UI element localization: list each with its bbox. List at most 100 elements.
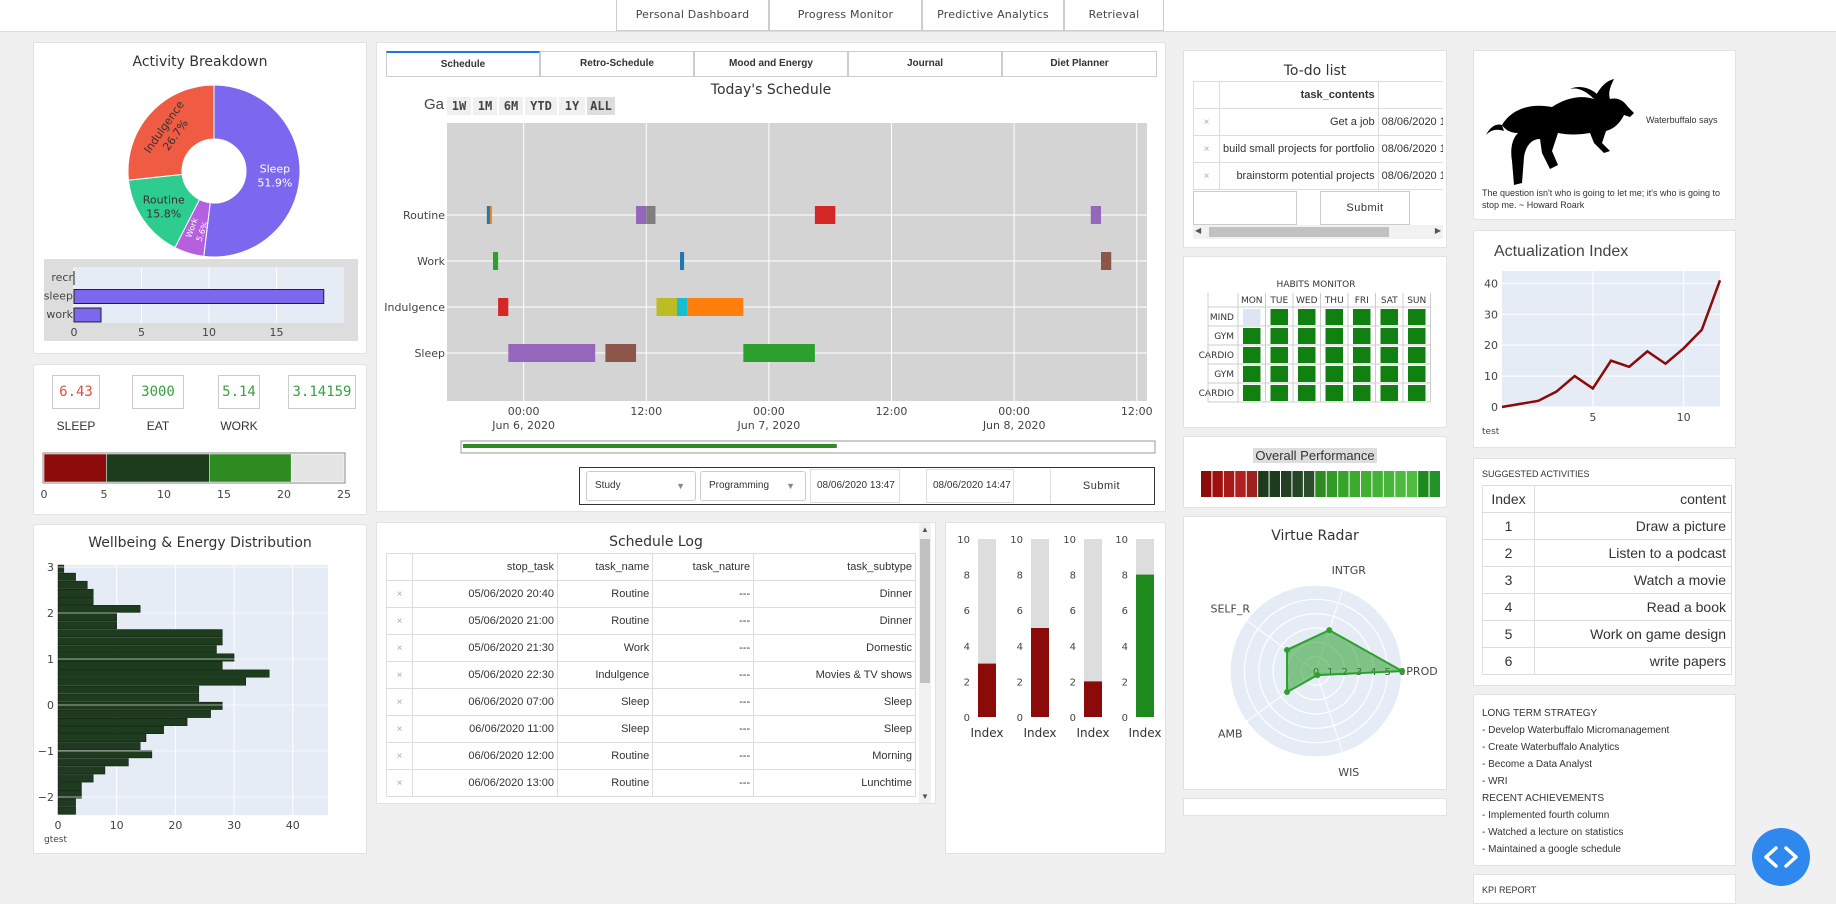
scroll-right-icon[interactable]: ▶	[1435, 226, 1441, 235]
histogram-bar	[57, 613, 117, 622]
tab-retrieval[interactable]: Retrieval	[1064, 0, 1164, 31]
delete-row-icon[interactable]: ×	[1193, 135, 1220, 163]
delete-row-icon[interactable]: ×	[386, 715, 413, 743]
sugg-cell-content: Work on game design	[1534, 620, 1732, 648]
todo-new-task-input[interactable]	[1193, 191, 1297, 225]
range-button-1m[interactable]: 1M	[473, 97, 497, 115]
log-cell-task_nature: ---	[652, 634, 755, 662]
log-scrollbar[interactable]: ▲ ▼	[919, 523, 931, 803]
log-table-wrap: stop_task task_name task_nature task_subtyp…	[386, 553, 916, 803]
histogram-y-tick: 2	[47, 607, 54, 620]
activity-bar-tick: 0	[71, 326, 78, 339]
performance-color-strip	[1201, 471, 1440, 497]
actualization-y-tick: 40	[1484, 277, 1498, 290]
actualization-x-tick: 10	[1677, 411, 1691, 424]
delete-row-icon[interactable]: ×	[386, 688, 413, 716]
histogram-bar	[57, 677, 247, 686]
range-button-all[interactable]: ALL	[587, 97, 615, 115]
index-bar-tick: 6	[1070, 606, 1076, 617]
histogram-bar	[57, 766, 106, 775]
tab-schedule[interactable]: Schedule	[386, 51, 540, 77]
gantt-x-tick: 12:00	[630, 405, 662, 418]
gantt-x-tick: 00:00	[508, 405, 540, 418]
top-nav: Personal Dashboard Progress Monitor Pred…	[0, 0, 1836, 32]
fab-button[interactable]	[1752, 828, 1810, 886]
tab-retro-schedule[interactable]: Retro-Schedule	[540, 51, 694, 77]
virtue-radar-chart: PRODINTGRSELF_RAMBWIS0123456	[1210, 564, 1437, 779]
pie-label-routine: Routine	[143, 194, 185, 207]
todo-cell-task: Get a job	[1219, 108, 1379, 136]
scroll-up-icon[interactable]: ▲	[921, 525, 929, 534]
scroll-left-icon[interactable]: ◀	[1195, 226, 1201, 235]
histogram-bar	[57, 685, 200, 694]
todo-scrollbar-thumb[interactable]	[1209, 227, 1389, 237]
performance-cell	[1281, 471, 1292, 497]
todo-cell-task: build small projects for portfolio	[1219, 135, 1379, 163]
habits-row-cardio: CARDIO	[1199, 351, 1234, 361]
end-datetime-input[interactable]: 08/06/2020 14:47	[926, 469, 1014, 503]
task-type-value: Study	[595, 480, 621, 491]
habit-cell	[1298, 347, 1316, 363]
gantt-x-date: Jun 6, 2020	[491, 419, 555, 432]
delete-row-icon[interactable]: ×	[1193, 162, 1220, 190]
tab-journal[interactable]: Journal	[848, 51, 1002, 77]
index-bar-tick: 0	[1122, 713, 1128, 724]
tab-mood-energy[interactable]: Mood and Energy	[694, 51, 848, 77]
task-type-select[interactable]: Study ▼	[586, 471, 696, 501]
tab-progress-monitor[interactable]: Progress Monitor	[769, 0, 922, 31]
delete-row-icon[interactable]: ×	[386, 742, 413, 770]
histogram-bar	[57, 758, 129, 767]
scroll-down-icon[interactable]: ▼	[921, 792, 929, 801]
range-button-ytd[interactable]: YTD	[525, 97, 557, 115]
task-subtype-value: Programming	[709, 480, 770, 491]
range-button-6m[interactable]: 6M	[499, 97, 523, 115]
log-cell-stop_task: 06/06/2020 11:00	[412, 715, 558, 743]
activity-breakdown-panel: Activity Breakdown Sleep 51.9% Work 5.6% Rou…	[33, 42, 367, 354]
todo-submit-button[interactable]: Submit	[1320, 191, 1410, 225]
wellbeing-title: Wellbeing & Energy Distribution	[88, 535, 312, 551]
range-button-1w[interactable]: 1W	[447, 97, 471, 115]
log-cell-task_nature: ---	[652, 688, 755, 716]
histogram-bar	[57, 629, 223, 638]
schedule-submit-button[interactable]: Submit	[1050, 469, 1152, 503]
log-header-task_nature: task_nature	[652, 553, 755, 581]
suggestions-table: Index content 1 Draw a picture 2 Listen to a…	[1482, 485, 1732, 675]
habit-cell	[1298, 385, 1316, 401]
range-prefix: Ga	[424, 96, 445, 113]
index-bar-tick: 2	[1070, 677, 1076, 688]
performance-cell	[1418, 471, 1429, 497]
kpi-title: KPI REPORT	[1482, 885, 1537, 895]
table-row: 3 Watch a movie	[1482, 566, 1732, 594]
todo-hscrollbar[interactable]: ◀ ▶	[1193, 225, 1443, 239]
performance-cell	[1201, 471, 1212, 497]
task-subtype-select[interactable]: Programming ▼	[700, 471, 806, 501]
index-bar-tick: 6	[964, 606, 970, 617]
histogram-bar	[57, 782, 82, 791]
log-cell-stop_task: 05/06/2020 20:40	[412, 580, 558, 608]
gantt-task-bar	[679, 252, 685, 270]
habits-day-sat: SAT	[1381, 296, 1398, 306]
delete-row-icon[interactable]: ×	[386, 634, 413, 662]
log-scrollbar-thumb[interactable]	[920, 539, 930, 683]
delete-row-icon[interactable]: ×	[1193, 108, 1220, 136]
performance-cell	[1303, 471, 1315, 497]
log-cell-task_name: Routine	[556, 742, 654, 770]
range-button-1y[interactable]: 1Y	[559, 97, 585, 115]
habit-cell	[1298, 366, 1316, 382]
tab-personal-dashboard[interactable]: Personal Dashboard	[616, 0, 769, 31]
strategy-lines: LONG TERM STRATEGY - Develop Waterbuffalo…	[1482, 705, 1669, 858]
delete-row-icon[interactable]: ×	[386, 769, 413, 797]
delete-row-icon[interactable]: ×	[386, 661, 413, 689]
delete-row-icon[interactable]: ×	[386, 607, 413, 635]
delete-row-icon[interactable]: ×	[386, 580, 413, 608]
gantt-x-tick: 00:00	[998, 405, 1030, 418]
habit-cell	[1298, 328, 1316, 344]
start-datetime-input[interactable]: 08/06/2020 13:47	[810, 469, 900, 503]
radar-axis-label-wis: WIS	[1338, 766, 1359, 779]
index-bar-tick: 2	[1122, 677, 1128, 688]
pie-label-group-2: Routine15.8%	[143, 194, 185, 221]
tab-predictive-analytics[interactable]: Predictive Analytics	[922, 0, 1064, 31]
tab-diet-planner[interactable]: Diet Planner	[1002, 51, 1157, 77]
gantt-x-date: Jun 7, 2020	[737, 419, 801, 432]
water-buffalo-icon	[1486, 79, 1634, 185]
